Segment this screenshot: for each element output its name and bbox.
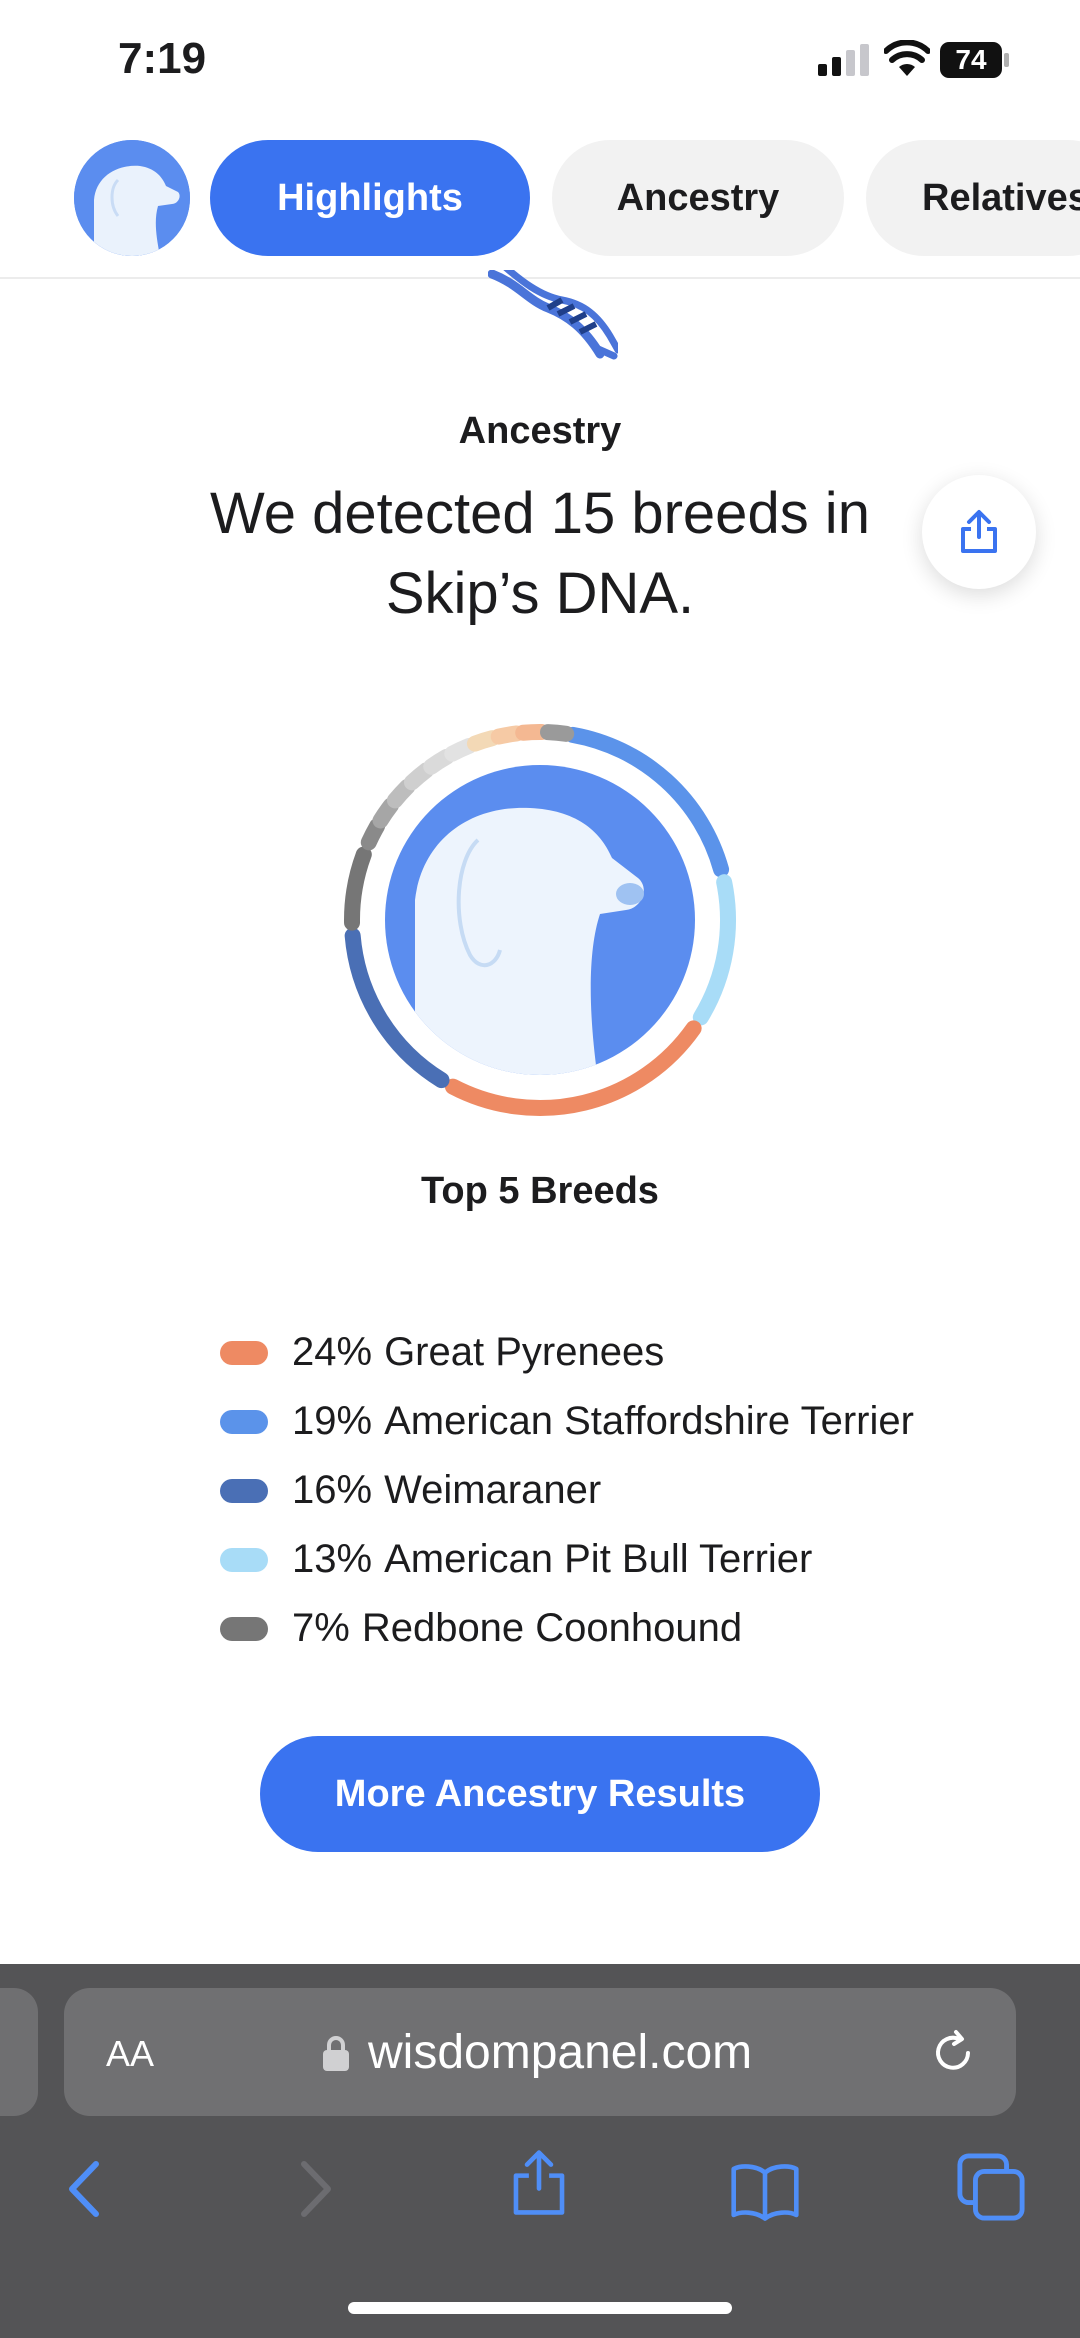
bookmarks-icon[interactable] [730,2156,800,2226]
ring-segment-minor-breed [466,730,501,752]
legend-swatch [220,1616,268,1641]
legend-swatch [220,1409,268,1434]
back-icon[interactable] [50,2154,120,2224]
dog-avatar-icon [74,140,190,256]
text-size-button[interactable]: AA [106,2028,154,2076]
more-ancestry-results-button[interactable]: More Ancestry Results [260,1736,820,1852]
text-size-label: AA [106,2033,155,2074]
legend-percent: 7% [292,1606,350,1650]
legend-swatch [220,1340,268,1365]
section-label: Ancestry [458,410,622,452]
legend-breed-name: American Staffordshire Terrier [384,1399,914,1443]
home-indicator [348,2302,732,2314]
ancestry-ring-chart [344,724,736,1116]
legend-swatch [220,1478,268,1503]
legend-percent: 19% [292,1399,373,1443]
legend-item: 13% American Pit Bull Terrier [220,1525,1040,1594]
legend-percent: 16% [292,1468,373,1512]
legend-breed-name: Great Pyrenees [384,1330,665,1374]
tab-highlights[interactable]: Highlights [210,140,530,256]
ring-segment-redbone-coonhound [344,846,372,931]
url-text[interactable]: wisdompanel.com [368,2025,752,2080]
ring-segment-minor-breed [423,748,455,775]
ring-segment-american-pit-bull-terrier [692,874,736,1026]
breed-legend: 24% Great Pyrenees 19% American Stafford… [220,1318,1040,1663]
wifi-icon [884,40,930,76]
share-button[interactable] [922,475,1036,589]
lock-icon [323,2036,349,2071]
legend-breed-name: American Pit Bull Terrier [384,1537,813,1581]
legend-percent: 24% [292,1330,373,1374]
headline: We detected 15 breeds in Skip’s DNA. [210,481,870,626]
tab-ancestry[interactable]: Ancestry [552,140,844,256]
ring-segment-minor-breed [490,725,525,745]
tab-relatives[interactable]: Relatives [866,140,1080,256]
legend-item: 19% American Staffordshire Terrier [220,1387,1040,1456]
ring-segment-minor-breed [403,762,434,791]
ring-segment-minor-breed [360,818,386,851]
chart-title: Top 5 Breeds [421,1170,659,1212]
battery-level: 74 [955,44,987,75]
dna-icon [488,270,618,360]
legend-percent: 13% [292,1537,373,1581]
dog-avatar[interactable] [74,140,190,256]
legend-item: 24% Great Pyrenees [220,1318,1040,1387]
previous-tab-preview[interactable] [0,1988,38,2116]
legend-breed-name: Weimaraner [384,1468,602,1512]
ring-segment-minor-breed [515,724,550,741]
share-icon [961,510,997,553]
share-icon[interactable] [504,2148,574,2218]
forward-icon[interactable] [280,2154,350,2224]
status-time: 7:19 [118,34,207,83]
tabs-icon[interactable] [956,2152,1026,2222]
legend-breed-name: Redbone Coonhound [361,1606,743,1650]
ring-segment-minor-breed [444,737,477,762]
ring-segment-minor-breed [386,778,416,809]
legend-swatch [220,1547,268,1572]
ring-segment-minor-breed [540,724,575,742]
legend-item: 7% Redbone Coonhound [220,1594,1040,1663]
ring-segment-minor-breed [372,797,399,829]
legend-item: 16% Weimaraner [220,1456,1040,1525]
reload-icon[interactable] [928,2028,978,2078]
cellular-signal-icon [818,44,869,76]
battery-indicator: 74 [940,42,1010,78]
